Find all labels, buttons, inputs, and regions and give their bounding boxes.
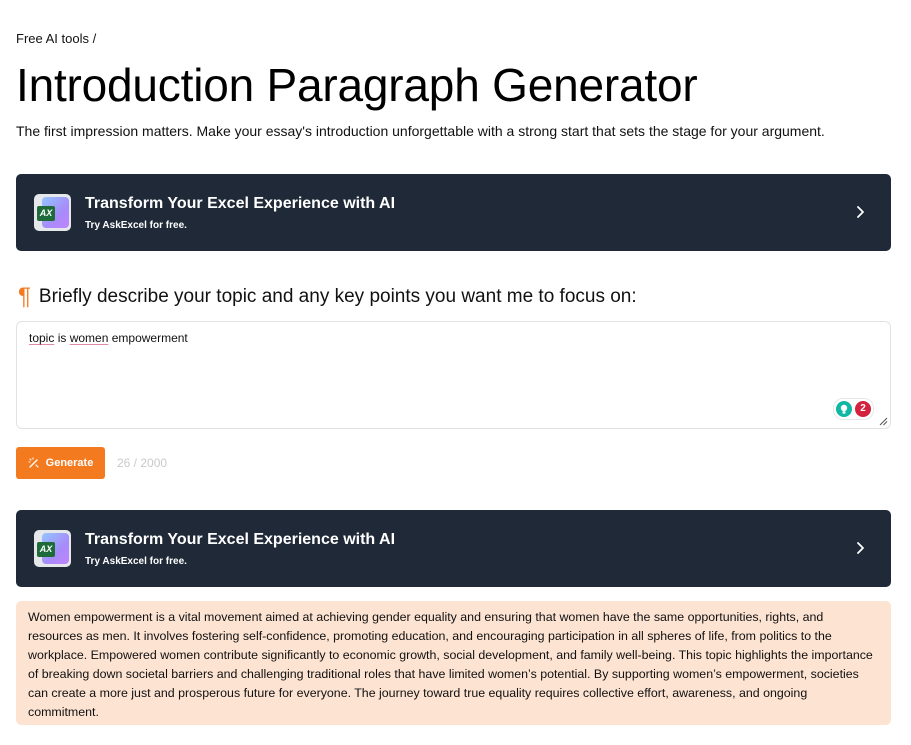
promo-title: Transform Your Excel Experience with AI — [85, 195, 396, 212]
promo-subtitle: Try AskExcel for free. — [85, 220, 187, 231]
spelling-flagged-word[interactable]: topic — [29, 331, 54, 345]
topic-input[interactable]: topic is women empowerment 2 — [16, 321, 891, 429]
askexcel-logo-icon: AX — [34, 530, 71, 567]
askexcel-promo-banner[interactable]: AX Transform Your Excel Experience with … — [16, 174, 891, 251]
generate-button-label: Generate — [45, 457, 94, 469]
askexcel-logo-text: AX — [37, 542, 55, 557]
promo-title: Transform Your Excel Experience with AI — [85, 531, 396, 548]
magic-wand-icon — [28, 457, 39, 468]
chevron-right-icon — [857, 206, 864, 218]
askexcel-promo-banner[interactable]: AX Transform Your Excel Experience with … — [16, 510, 891, 587]
promo-subtitle: Try AskExcel for free. — [85, 556, 187, 567]
character-count: 26 / 2000 — [117, 456, 168, 470]
spelling-flagged-word[interactable]: women — [70, 331, 109, 345]
resize-handle-icon[interactable] — [878, 416, 888, 426]
topic-input-value[interactable]: topic is women empowerment — [29, 331, 188, 345]
lightbulb-icon[interactable] — [836, 401, 852, 417]
topic-word: empowerment — [108, 331, 188, 345]
grammar-assistant-widget[interactable]: 2 — [833, 398, 874, 420]
error-count-badge[interactable]: 2 — [855, 401, 871, 417]
paragraph-icon: ¶ — [18, 283, 31, 310]
askexcel-logo-text: AX — [37, 206, 55, 221]
prompt-label-row: ¶ Briefly describe your topic and any ke… — [16, 283, 637, 311]
breadcrumb[interactable]: Free AI tools / — [16, 31, 96, 46]
topic-word: is — [54, 331, 70, 345]
askexcel-logo-icon: AX — [34, 194, 71, 231]
generate-button[interactable]: Generate — [16, 447, 105, 479]
generated-paragraph-text: Women empowerment is a vital movement ai… — [28, 610, 873, 719]
chevron-right-icon — [857, 542, 864, 554]
page-title: Introduction Paragraph Generator — [16, 59, 698, 111]
prompt-label: Briefly describe your topic and any key … — [38, 286, 637, 307]
page-subtitle: The first impression matters. Make your … — [16, 123, 825, 139]
generated-paragraph-box: Women empowerment is a vital movement ai… — [16, 601, 891, 725]
